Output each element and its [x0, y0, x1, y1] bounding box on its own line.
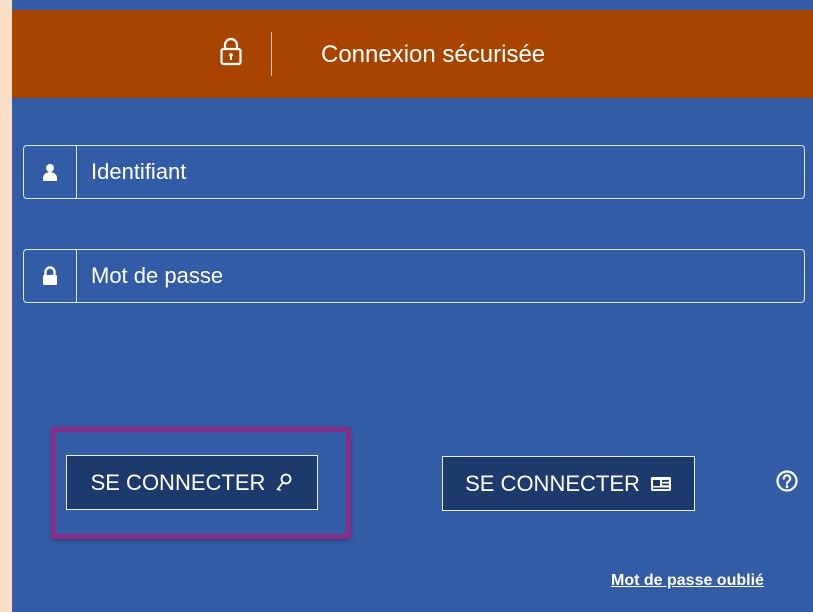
password-icon-box: [24, 250, 77, 302]
password-input[interactable]: [77, 250, 797, 302]
username-icon-box: [24, 146, 77, 198]
card-login-button[interactable]: SE CONNECTER: [442, 456, 695, 511]
password-login-label: SE CONNECTER: [90, 469, 266, 495]
user-icon: [43, 164, 57, 181]
page-title: Connexion sécurisée: [321, 41, 546, 68]
username-input[interactable]: [77, 146, 797, 198]
login-panel: Connexion sécurisée SE CONNECTER SE: [12, 0, 813, 612]
card-login-label: SE CONNECTER: [465, 470, 640, 496]
username-field[interactable]: [23, 145, 805, 199]
key-icon: [276, 473, 292, 491]
lock-icon: [220, 37, 242, 66]
header-bar: Connexion sécurisée: [12, 10, 813, 98]
forgot-password-link[interactable]: Mot de passe oublié: [611, 572, 764, 590]
header-divider: [271, 32, 272, 76]
help-icon[interactable]: [776, 470, 798, 492]
id-card-icon: [650, 476, 671, 491]
password-field[interactable]: [23, 249, 805, 303]
password-login-button[interactable]: SE CONNECTER: [66, 455, 318, 510]
lock-icon: [43, 266, 57, 285]
